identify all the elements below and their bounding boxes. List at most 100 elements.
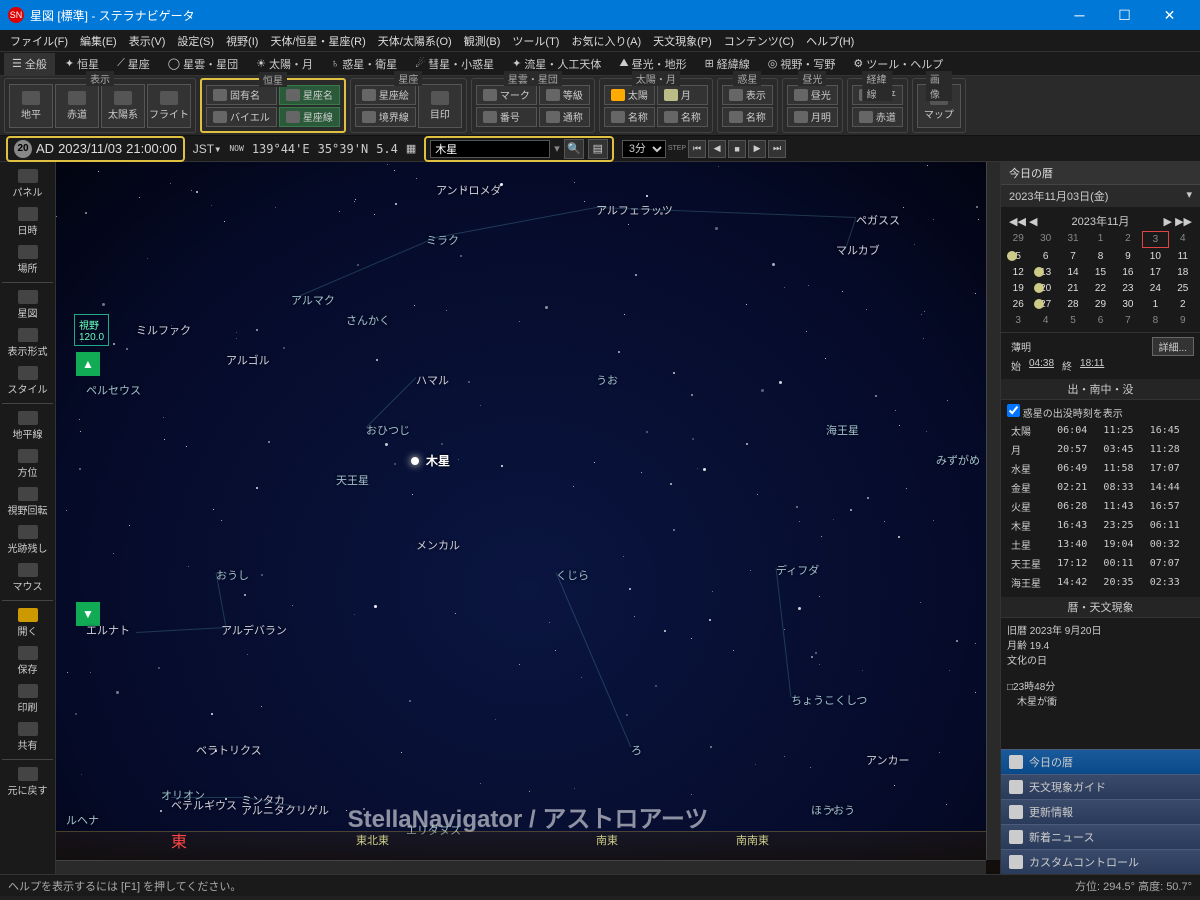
sky-label: ハマル [416,372,449,388]
menu-settings[interactable]: 設定(S) [171,31,220,51]
menu-view[interactable]: 表示(V) [123,31,172,51]
compass-se: 南東 [596,832,618,848]
search-button[interactable]: 🔍 [564,139,584,159]
menu-edit[interactable]: 編集(E) [74,31,123,51]
btn-flight[interactable]: フライト [147,84,191,128]
btn-equator[interactable]: 赤道 [55,84,99,128]
step-label: STEP [668,145,686,152]
tab-planet[interactable]: ♄ 惑星・衛星 [323,53,405,75]
menu-phenom[interactable]: 天文現象(P) [647,31,718,51]
btn-planetname[interactable]: 名称 [722,107,773,127]
link-guide[interactable]: 天文現象ガイド [1001,774,1200,799]
forward-button[interactable]: ⏭ [768,140,786,158]
tab-const[interactable]: ⟋ 星座 [109,53,158,75]
lbtn-dispfmt[interactable]: 表示形式 [2,325,53,361]
btn-propername[interactable]: 固有名 [206,85,277,105]
lbtn-mouse[interactable]: マウス [2,560,53,596]
stop-button[interactable]: ■ [728,140,746,158]
lbtn-chart[interactable]: 星図 [2,287,53,323]
lbtn-open[interactable]: 開く [2,605,53,641]
rise-checkbox[interactable]: 惑星の出没時刻を表示 [1007,409,1123,420]
btn-moonlight[interactable]: 月明 [787,107,838,127]
minimize-button[interactable]: ─ [1057,0,1102,30]
btn-day[interactable]: 昼光 [787,85,838,105]
search-box: ▾ 🔍 ▤ [424,136,614,162]
fov-indicator[interactable]: 視野120.0 [74,314,109,346]
maximize-button[interactable]: ☐ [1102,0,1147,30]
datetime-box[interactable]: 20 AD 2023/11/03 21:00:00 [6,136,185,162]
lbtn-undo[interactable]: 元に戻す [2,764,53,800]
menu-content[interactable]: コンテンツ(C) [718,31,800,51]
longitude[interactable]: 139°44'E [252,142,310,156]
lbtn-style[interactable]: スタイル [2,363,53,399]
sky-label: ベテルギウス [171,797,237,813]
btn-grideq[interactable]: 赤道 [852,107,903,127]
hscrollbar[interactable] [56,860,986,874]
btn-bayer[interactable]: バイエル [206,107,277,127]
btn-dsomag[interactable]: 等級 [539,85,590,105]
btn-moon[interactable]: 月 [657,85,708,105]
latitude[interactable]: 35°39'N [318,142,369,156]
dropdown-icon[interactable]: ▾ [554,142,560,155]
btn-constname[interactable]: 星座名 [279,85,340,105]
menu-fav[interactable]: お気に入り(A) [565,31,647,51]
lbtn-azimuth[interactable]: 方位 [2,446,53,482]
cal-prev[interactable]: ◀◀ ◀ [1009,215,1037,228]
lbtn-save[interactable]: 保存 [2,643,53,679]
menu-obs[interactable]: 観測(B) [458,31,507,51]
btn-dsomark[interactable]: マーク [476,85,537,105]
btn-constart[interactable]: 星座絵 [355,85,416,105]
btn-sun[interactable]: 太陽 [604,85,655,105]
next-button[interactable]: ▶ [748,140,766,158]
lbtn-print[interactable]: 印刷 [2,681,53,717]
menu-stars[interactable]: 天体/恒星・星座(R) [264,31,371,51]
menu-tools[interactable]: ツール(T) [506,31,565,51]
pan-up-button[interactable]: ▲ [76,352,100,376]
lbtn-panel[interactable]: パネル [2,166,53,202]
btn-dsoname[interactable]: 通称 [539,107,590,127]
prev-button[interactable]: ◀ [708,140,726,158]
lbtn-horizon[interactable]: 地平線 [2,408,53,444]
menu-solar[interactable]: 天体/太陽系(O) [372,31,458,51]
btn-constline[interactable]: 星座線 [279,107,340,127]
btn-boundary[interactable]: 境界線 [355,107,416,127]
lbtn-trail[interactable]: 光跡残し [2,522,53,558]
detail-button[interactable]: 詳細... [1152,337,1194,356]
lbtn-location[interactable]: 場所 [2,242,53,278]
search-input[interactable] [430,140,550,158]
now-button[interactable]: NOW [229,144,243,153]
menu-fov[interactable]: 視野(I) [220,31,264,51]
link-custom[interactable]: カスタムコントロール [1001,849,1200,874]
lbtn-fovrot[interactable]: 視野回転 [2,484,53,520]
sky-view[interactable]: 視野120.0 ▲ ▼ アンドロメダアルフェラッツペガススマルカブミラクアルマク… [56,162,1000,874]
tz-label[interactable]: JST▾ [193,142,222,156]
vscrollbar[interactable] [986,162,1000,860]
display-icon[interactable]: ▦ [406,142,416,155]
tab-dso[interactable]: ◯ 星雲・星団 [160,53,246,75]
menu-file[interactable]: ファイル(F) [4,31,74,51]
event-head: 暦・天文現象 [1001,597,1200,617]
rewind-button[interactable]: ⏮ [688,140,706,158]
btn-horizon[interactable]: 地平 [9,84,53,128]
list-button[interactable]: ▤ [588,139,608,159]
btn-dsonum[interactable]: 番号 [476,107,537,127]
link-today[interactable]: 今日の暦 [1001,749,1200,774]
fov-value[interactable]: 5.4 [376,142,398,156]
step-select[interactable]: 3分 [622,140,666,158]
link-news[interactable]: 新着ニュース [1001,824,1200,849]
btn-planetshow[interactable]: 表示 [722,85,773,105]
panel-tab-today[interactable]: 今日の暦 [1001,162,1200,185]
lbtn-datetime[interactable]: 日時 [2,204,53,240]
menu-help[interactable]: ヘルプ(H) [800,31,860,51]
close-button[interactable]: ✕ [1147,0,1192,30]
tgroup-sunmoon: 太陽・月 太陽 名称 月 名称 [599,78,713,133]
btn-solar[interactable]: 太陽系 [101,84,145,128]
lbtn-share[interactable]: 共有 [2,719,53,755]
link-update[interactable]: 更新情報 [1001,799,1200,824]
tab-general[interactable]: ☰ 全般 [4,53,55,75]
cal-next[interactable]: ▶ ▶▶ [1164,215,1192,228]
btn-marker[interactable]: 目印 [418,84,462,128]
btn-moonname[interactable]: 名称 [657,107,708,127]
btn-sunname[interactable]: 名称 [604,107,655,127]
calendar-grid[interactable]: 2930311234567891011121314151617181920212… [1005,231,1196,328]
